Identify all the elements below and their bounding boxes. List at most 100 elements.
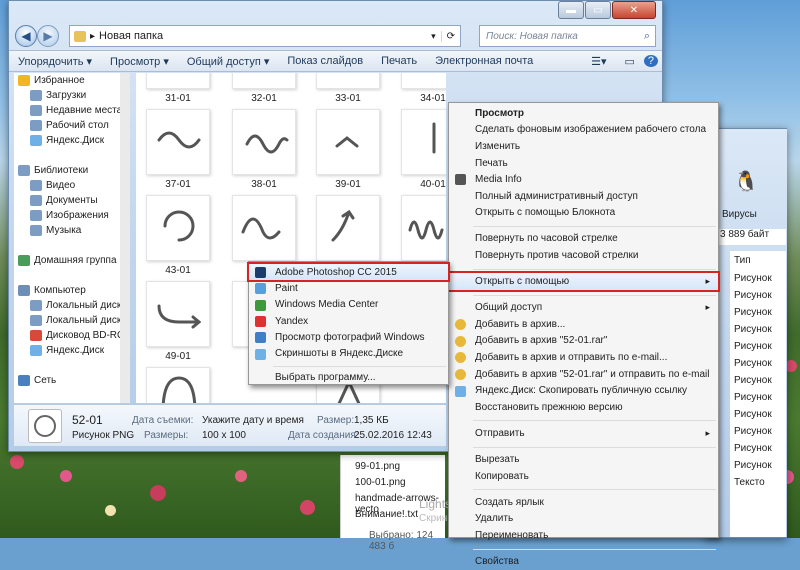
breadcrumb-separator: ▸ bbox=[90, 30, 96, 42]
menu-item[interactable]: Свойства bbox=[449, 553, 718, 570]
slideshow-button[interactable]: Показ слайдов bbox=[278, 55, 372, 67]
nav-item[interactable]: Недавние места bbox=[14, 103, 120, 118]
thumbnail[interactable] bbox=[232, 195, 296, 261]
media-center-icon bbox=[255, 299, 266, 311]
menu-item[interactable]: Adobe Photoshop CC 2015 bbox=[247, 261, 450, 283]
thumbnail[interactable] bbox=[232, 109, 296, 175]
menu-item[interactable]: Добавить в архив и отправить по e-mail..… bbox=[449, 349, 718, 366]
menu-item[interactable]: Windows Media Center bbox=[249, 297, 448, 313]
nav-item[interactable]: Документы bbox=[14, 193, 120, 208]
thumbnail[interactable] bbox=[146, 281, 210, 347]
nav-item[interactable]: Локальный диск bbox=[14, 313, 120, 328]
menu-item[interactable]: Общий доступ ▸ bbox=[449, 300, 718, 317]
archive-icon bbox=[455, 368, 466, 380]
breadcrumb-folder[interactable]: Новая папка bbox=[99, 30, 163, 42]
star-icon bbox=[18, 75, 30, 86]
column-header-type[interactable]: Тип bbox=[734, 255, 751, 266]
forward-button[interactable]: ▶ bbox=[37, 25, 59, 47]
menu-item[interactable]: Создать ярлык bbox=[449, 494, 718, 511]
date-taken-value[interactable]: Укажите дату и время bbox=[202, 415, 304, 426]
refresh-icon[interactable]: ⟳ bbox=[440, 30, 460, 42]
menu-item[interactable]: Сделать фоновым изображением рабочего ст… bbox=[449, 122, 718, 139]
menu-item[interactable]: Яндекс.Диск: Скопировать публичную ссылк… bbox=[449, 383, 718, 400]
search-icon[interactable]: ⌕ bbox=[644, 30, 655, 43]
nav-item[interactable]: Дисковод BD-RO bbox=[14, 328, 120, 343]
window-controls: ▬ ▭ ✕ bbox=[557, 1, 656, 21]
search-input[interactable]: Поиск: Новая папка ⌕ bbox=[479, 25, 656, 47]
nav-item[interactable]: Видео bbox=[14, 178, 120, 193]
maximize-button[interactable]: ▭ bbox=[585, 1, 611, 19]
nav-item[interactable]: Загрузки bbox=[14, 88, 120, 103]
thumbnail[interactable] bbox=[316, 195, 380, 261]
back-button[interactable]: ◀ bbox=[15, 25, 37, 47]
view-options-icon[interactable]: ☰▾ bbox=[582, 55, 615, 68]
menu-item[interactable]: Yandex bbox=[249, 313, 448, 329]
nav-item[interactable]: Локальный диск bbox=[14, 298, 120, 313]
nav-item[interactable]: Яндекс.Диск bbox=[14, 133, 120, 148]
email-button[interactable]: Электронная почта bbox=[426, 55, 542, 67]
organize-button[interactable]: Упорядочить ▾ bbox=[9, 55, 101, 68]
menu-item[interactable]: Просмотр фотографий Windows bbox=[249, 329, 448, 345]
nav-item[interactable]: Изображения bbox=[14, 208, 120, 223]
menu-item[interactable]: Восстановить прежнюю версию bbox=[449, 399, 718, 416]
menu-item[interactable]: Печать bbox=[449, 155, 718, 172]
menu-separator bbox=[473, 446, 716, 448]
nav-item[interactable]: Сеть bbox=[14, 373, 120, 388]
address-bar[interactable]: ▸ Новая папка ▾ ⟳ bbox=[69, 25, 461, 47]
file-item[interactable]: Внимание!.txt bbox=[355, 509, 418, 520]
nav-item[interactable]: Библиотеки bbox=[14, 163, 120, 178]
nav-item[interactable]: Музыка bbox=[14, 223, 120, 238]
menu-item[interactable]: Просмотр bbox=[449, 105, 718, 122]
nav-scrollbar[interactable] bbox=[120, 73, 130, 403]
menu-item[interactable]: Выбрать программу... bbox=[249, 370, 448, 386]
thumbnail[interactable] bbox=[401, 73, 446, 89]
nav-item[interactable]: Компьютер bbox=[14, 283, 120, 298]
status-text: Выбрано: 124 483 б bbox=[369, 530, 434, 552]
type-cell: Рисунок bbox=[734, 290, 772, 301]
thumbnail[interactable] bbox=[232, 73, 296, 89]
menu-item[interactable]: Добавить в архив "52-01.rar" bbox=[449, 333, 718, 350]
nav-item[interactable]: Домашняя группа bbox=[14, 253, 120, 268]
thumbnail[interactable] bbox=[401, 195, 446, 261]
thumbnail[interactable] bbox=[146, 109, 210, 175]
chevron-down-icon[interactable]: ▾ bbox=[426, 31, 441, 42]
thumbnail[interactable] bbox=[146, 367, 210, 403]
print-button[interactable]: Печать bbox=[372, 55, 426, 67]
share-button[interactable]: Общий доступ ▾ bbox=[178, 55, 278, 68]
help-icon[interactable]: ? bbox=[643, 55, 658, 67]
menu-item[interactable]: Удалить bbox=[449, 511, 718, 528]
menu-item[interactable]: Отправить ▸ bbox=[449, 425, 718, 442]
menu-item[interactable]: Копировать bbox=[449, 468, 718, 485]
close-button[interactable]: ✕ bbox=[612, 1, 656, 19]
file-item[interactable]: 99-01.png bbox=[355, 461, 400, 472]
menu-item[interactable]: Добавить в архив "52-01.rar" и отправить… bbox=[449, 366, 718, 383]
menu-item[interactable]: Скриншоты в Яндекс.Диске bbox=[249, 346, 448, 362]
nav-item[interactable]: Рабочий стол bbox=[14, 118, 120, 133]
thumbnail[interactable] bbox=[146, 195, 210, 261]
thumbnail[interactable] bbox=[316, 73, 380, 89]
menu-item[interactable]: Изменить bbox=[449, 138, 718, 155]
menu-item[interactable]: Переименовать bbox=[449, 527, 718, 544]
minimize-button[interactable]: ▬ bbox=[558, 1, 584, 19]
file-item[interactable]: 100-01.png bbox=[355, 477, 406, 488]
menu-item[interactable]: Открыть с помощью Блокнота bbox=[449, 205, 718, 222]
menu-item[interactable]: Добавить в архив... bbox=[449, 316, 718, 333]
menu-item[interactable]: Открыть с помощью ▸ bbox=[447, 271, 720, 292]
menu-item-label: Повернуть против часовой стрелки bbox=[475, 250, 639, 262]
menu-item-label: Сделать фоновым изображением рабочего ст… bbox=[475, 124, 707, 136]
menu-item[interactable]: Полный административный доступ bbox=[449, 188, 718, 205]
menu-item[interactable]: Media Info bbox=[449, 171, 718, 188]
menu-item[interactable]: Paint bbox=[249, 280, 448, 296]
nav-item[interactable]: Яндекс.Диск bbox=[14, 343, 120, 358]
nav-item[interactable]: Избранное bbox=[14, 73, 120, 88]
type-cell: Рисунок bbox=[734, 426, 772, 437]
menu-item-label: Переименовать bbox=[475, 529, 549, 541]
menu-item[interactable]: Вырезать bbox=[449, 451, 718, 468]
thumbnail[interactable] bbox=[146, 73, 210, 89]
thumbnail[interactable] bbox=[316, 109, 380, 175]
preview-pane-icon[interactable]: ▭ bbox=[615, 55, 643, 68]
menu-item[interactable]: Повернуть по часовой стрелке bbox=[449, 231, 718, 248]
view-button[interactable]: Просмотр ▾ bbox=[101, 55, 178, 68]
menu-item[interactable]: Повернуть против часовой стрелки bbox=[449, 247, 718, 264]
thumbnail[interactable] bbox=[401, 109, 446, 175]
